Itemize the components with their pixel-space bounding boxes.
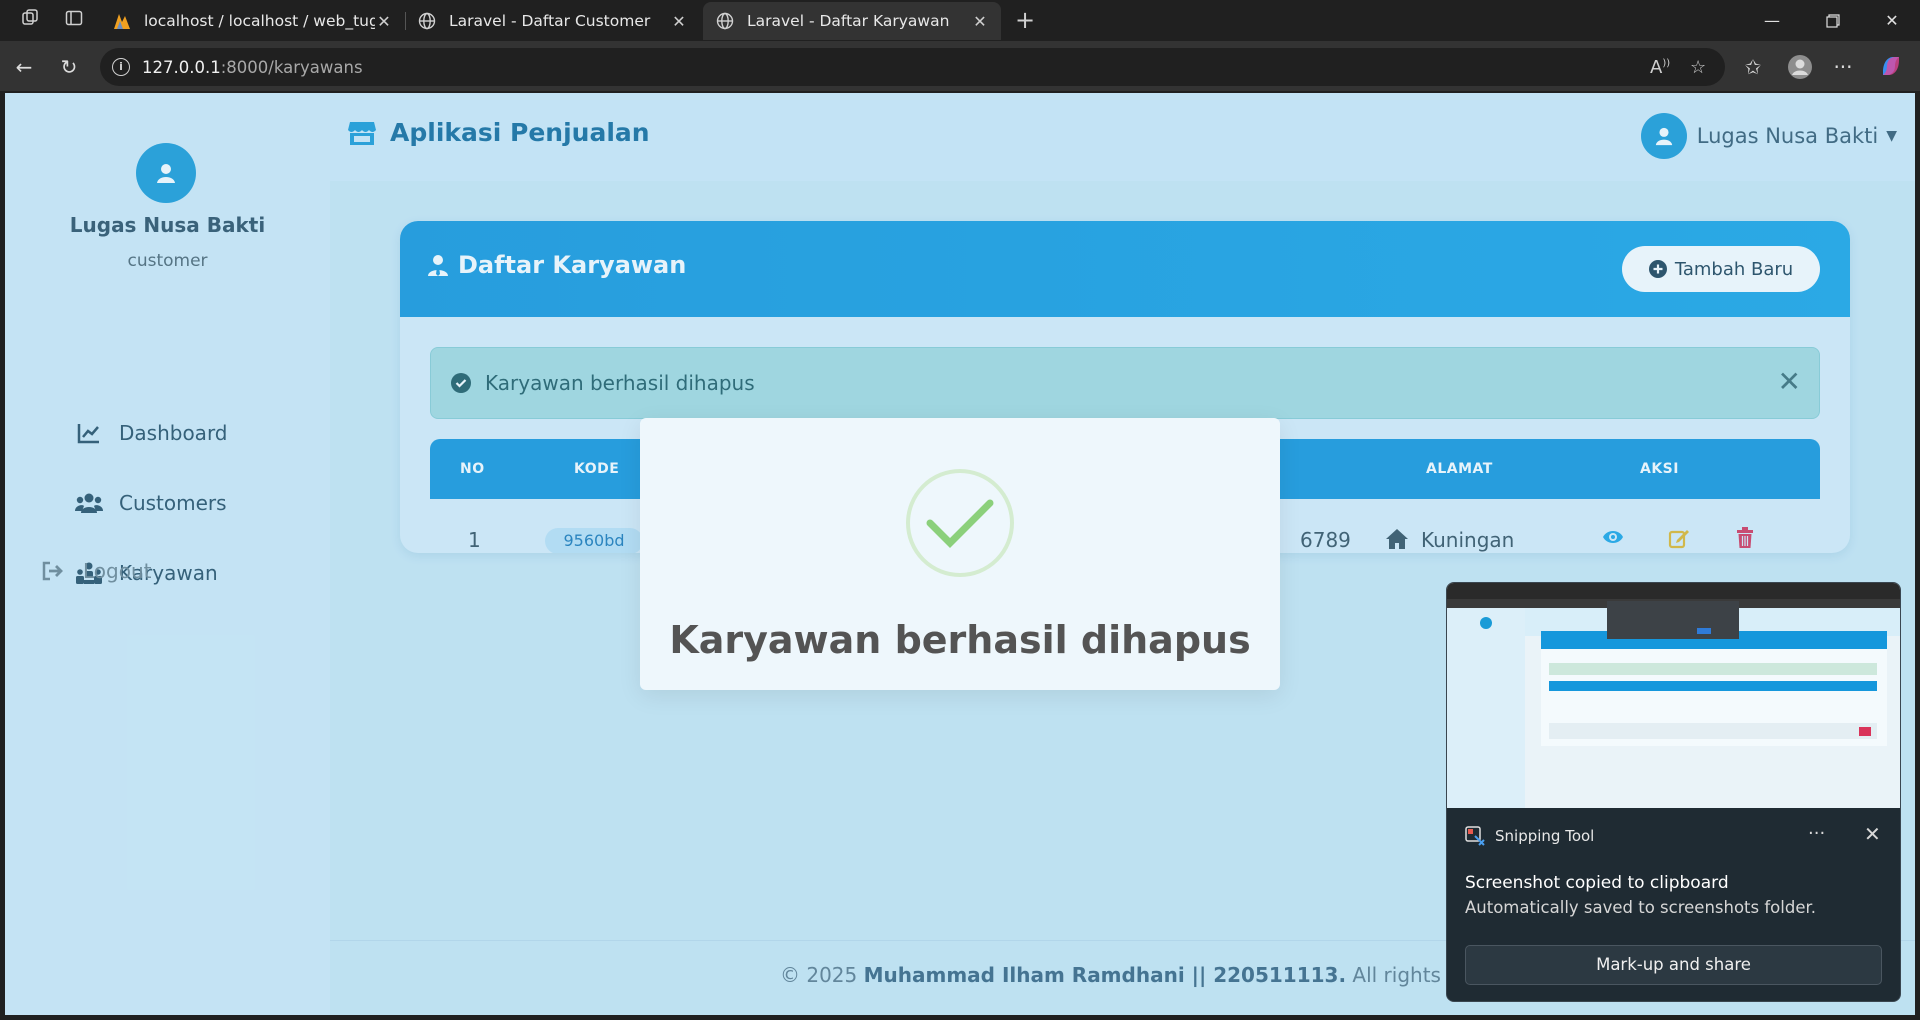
read-aloud-icon[interactable]: A))	[1650, 57, 1670, 78]
tab-title: Laravel - Daftar Karyawan	[747, 12, 950, 30]
snipping-tool-icon	[1465, 826, 1485, 846]
copilot-icon[interactable]	[1878, 54, 1904, 80]
url-host: 127.0.0.1	[142, 57, 221, 77]
favorite-star-icon[interactable]: ☆	[1690, 57, 1706, 78]
minimize-button[interactable]: —	[1742, 0, 1802, 41]
browser-tab-bar: localhost / localhost / web_tugas ✕ Lara…	[0, 0, 1920, 41]
notification-app: Snipping Tool	[1465, 826, 1594, 846]
tab-title: Laravel - Daftar Customer	[449, 12, 651, 30]
close-tab-icon[interactable]: ✕	[375, 12, 393, 31]
profile-icon[interactable]	[1787, 54, 1813, 80]
notification-app-name: Snipping Tool	[1495, 827, 1595, 845]
tab-daftar-customer[interactable]: Laravel - Daftar Customer ✕	[405, 2, 700, 40]
maximize-button[interactable]	[1803, 0, 1863, 41]
favorites-icon[interactable]: ✩	[1740, 54, 1766, 80]
close-tab-icon[interactable]: ✕	[670, 12, 688, 31]
address-bar-row: ← ↻ i 127.0.0.1:8000/karyawans A)) ☆ ✩ ·…	[0, 41, 1920, 91]
snipping-tool-notification[interactable]: Snipping Tool ··· ✕ Screenshot copied to…	[1446, 582, 1901, 1002]
notification-title: Screenshot copied to clipboard	[1465, 873, 1729, 893]
globe-icon	[715, 11, 735, 31]
tab-phpmyadmin[interactable]: localhost / localhost / web_tugas ✕	[100, 2, 405, 40]
screenshot-thumbnail[interactable]	[1447, 583, 1900, 808]
back-icon[interactable]: ←	[11, 54, 37, 80]
workspaces-icon[interactable]	[18, 8, 42, 32]
modal-message: Karyawan berhasil dihapus	[669, 618, 1251, 662]
more-menu-icon[interactable]: ···	[1830, 54, 1856, 80]
tab-daftar-karyawan[interactable]: Laravel - Daftar Karyawan ✕	[703, 2, 1001, 40]
close-tab-icon[interactable]: ✕	[971, 12, 989, 31]
close-window-button[interactable]: ✕	[1862, 0, 1920, 41]
phpmyadmin-icon	[112, 11, 132, 31]
tab-actions-icon[interactable]	[62, 8, 86, 32]
notification-subtitle: Automatically saved to screenshots folde…	[1465, 898, 1816, 917]
success-check-icon	[906, 469, 1014, 577]
url-text: 127.0.0.1:8000/karyawans	[142, 58, 363, 77]
globe-icon	[417, 11, 437, 31]
success-modal: Karyawan berhasil dihapus	[640, 418, 1280, 690]
close-icon[interactable]: ✕	[1864, 822, 1881, 846]
site-info-icon[interactable]: i	[112, 58, 130, 76]
markup-and-share-button[interactable]: Mark-up and share	[1465, 945, 1882, 985]
refresh-icon[interactable]: ↻	[56, 54, 82, 80]
url-input[interactable]: i 127.0.0.1:8000/karyawans A)) ☆	[100, 48, 1725, 86]
new-tab-icon[interactable]: +	[1013, 8, 1037, 32]
tab-title: localhost / localhost / web_tugas	[144, 12, 375, 30]
url-path: :8000/karyawans	[220, 57, 363, 77]
more-options-icon[interactable]: ···	[1808, 823, 1825, 844]
